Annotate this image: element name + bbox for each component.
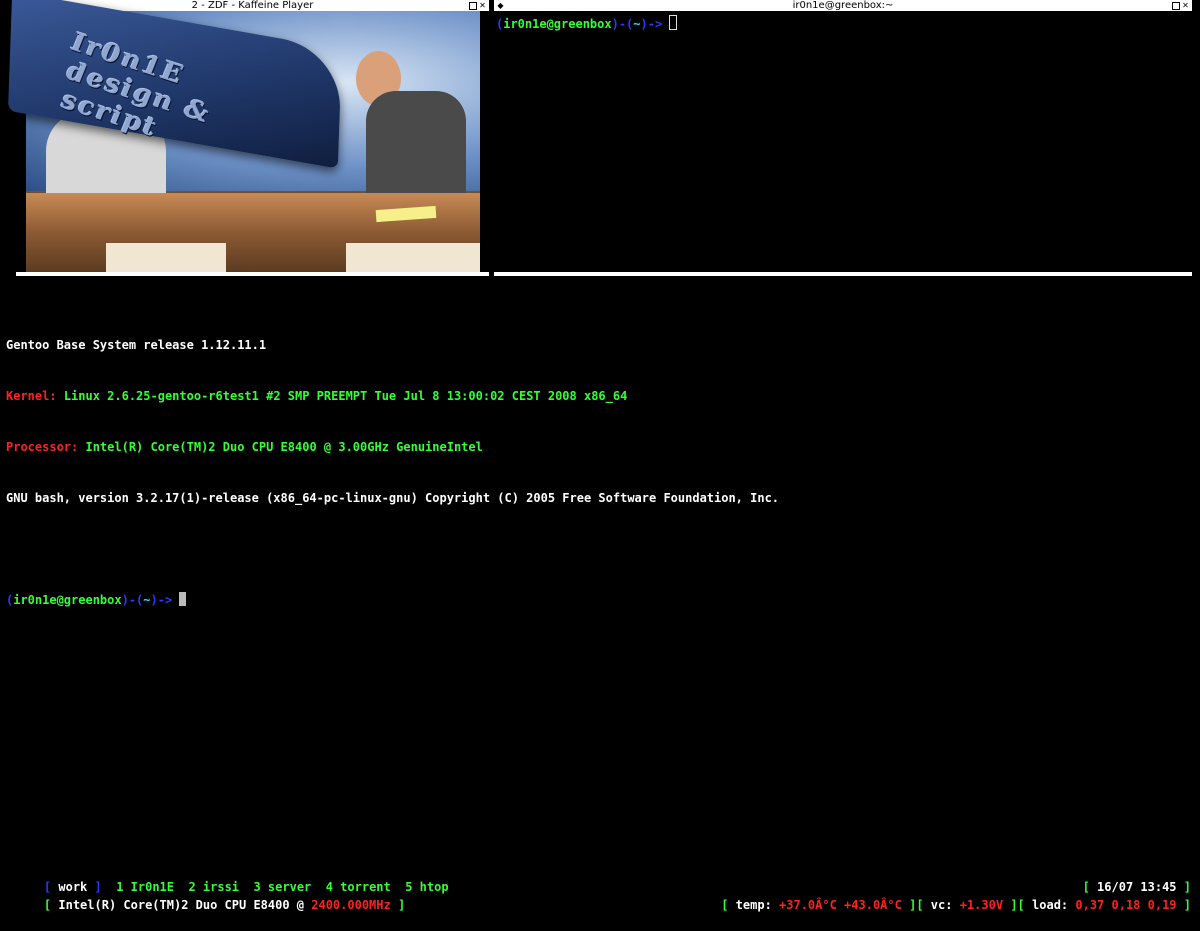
terminal-titlebar[interactable]: ◆ ir0n1e@greenbox:~ ✕: [494, 0, 1192, 11]
vc-value: +1.30V: [959, 898, 1004, 912]
video-window-title: 2 - ZDF - Kaffeine Player: [191, 0, 314, 11]
kernel-line: Kernel: Linux 2.6.25-gentoo-r6test1 #2 S…: [6, 389, 628, 403]
terminal-content[interactable]: (ir0n1e@greenbox)-(~)->: [496, 15, 1190, 271]
desk-panel-left: [106, 243, 226, 272]
temp-label: temp:: [735, 898, 772, 912]
video-window-edge: [16, 272, 489, 276]
release-line: Gentoo Base System release 1.12.11.1: [6, 338, 267, 352]
main-prompt-line[interactable]: (ir0n1e@greenbox)-(~)->: [6, 592, 1192, 609]
logo-text: Ir0n1E design & script: [59, 27, 213, 144]
status-bar-bottom: [ Intel(R) Core(TM)2 Duo CPU E8400 @ 240…: [0, 880, 1200, 912]
main-terminal-cursor: [179, 592, 187, 606]
terminal-window[interactable]: ◆ ir0n1e@greenbox:~ ✕ (ir0n1e@greenbox)-…: [494, 0, 1192, 276]
vc-label: vc:: [930, 898, 953, 912]
desk-panel-right: [346, 243, 480, 272]
main-terminal[interactable]: Gentoo Base System release 1.12.11.1 Ker…: [6, 303, 1192, 626]
terminal-window-edge: [494, 272, 1192, 276]
temp-values: +37.0Â°C +43.0Â°C: [779, 898, 902, 912]
sensors-widget: [ temp: +37.0Â°C +43.0Â°C ][ vc: +1.30V …: [721, 898, 1191, 912]
status-bar-top: [ work ] 1 Ir0n1E 2 irssi 3 server 4 tor…: [0, 862, 1200, 894]
processor-line: Processor: Intel(R) Core(TM)2 Duo CPU E8…: [6, 440, 483, 454]
maximize-icon[interactable]: [1172, 2, 1180, 10]
terminal-window-title: ir0n1e@greenbox:~: [792, 0, 894, 11]
cpu-widget: [ Intel(R) Core(TM)2 Duo CPU E8400 @ 240…: [43, 898, 406, 912]
close-icon[interactable]: ✕: [1181, 1, 1190, 10]
bash-version-line: GNU bash, version 3.2.17(1)-release (x86…: [6, 491, 780, 505]
terminal-cursor: [669, 15, 678, 30]
logo-plate: Ir0n1E design & script: [8, 0, 342, 169]
cpu-frequency: 2400.000MHz: [311, 898, 391, 912]
cpu-label: Intel(R) Core(TM)2 Duo CPU E8400 @: [58, 898, 305, 912]
desktop-logo: Ir0n1E design & script: [8, 0, 360, 169]
load-values: 0,37 0,18 0,19: [1075, 898, 1177, 912]
shell-prompt: (ir0n1e@greenbox)-(~)->: [496, 17, 663, 31]
close-icon[interactable]: ✕: [478, 1, 487, 10]
maximize-icon[interactable]: [469, 2, 477, 10]
load-label: load:: [1032, 898, 1069, 912]
window-menu-icon[interactable]: ◆: [496, 1, 505, 10]
